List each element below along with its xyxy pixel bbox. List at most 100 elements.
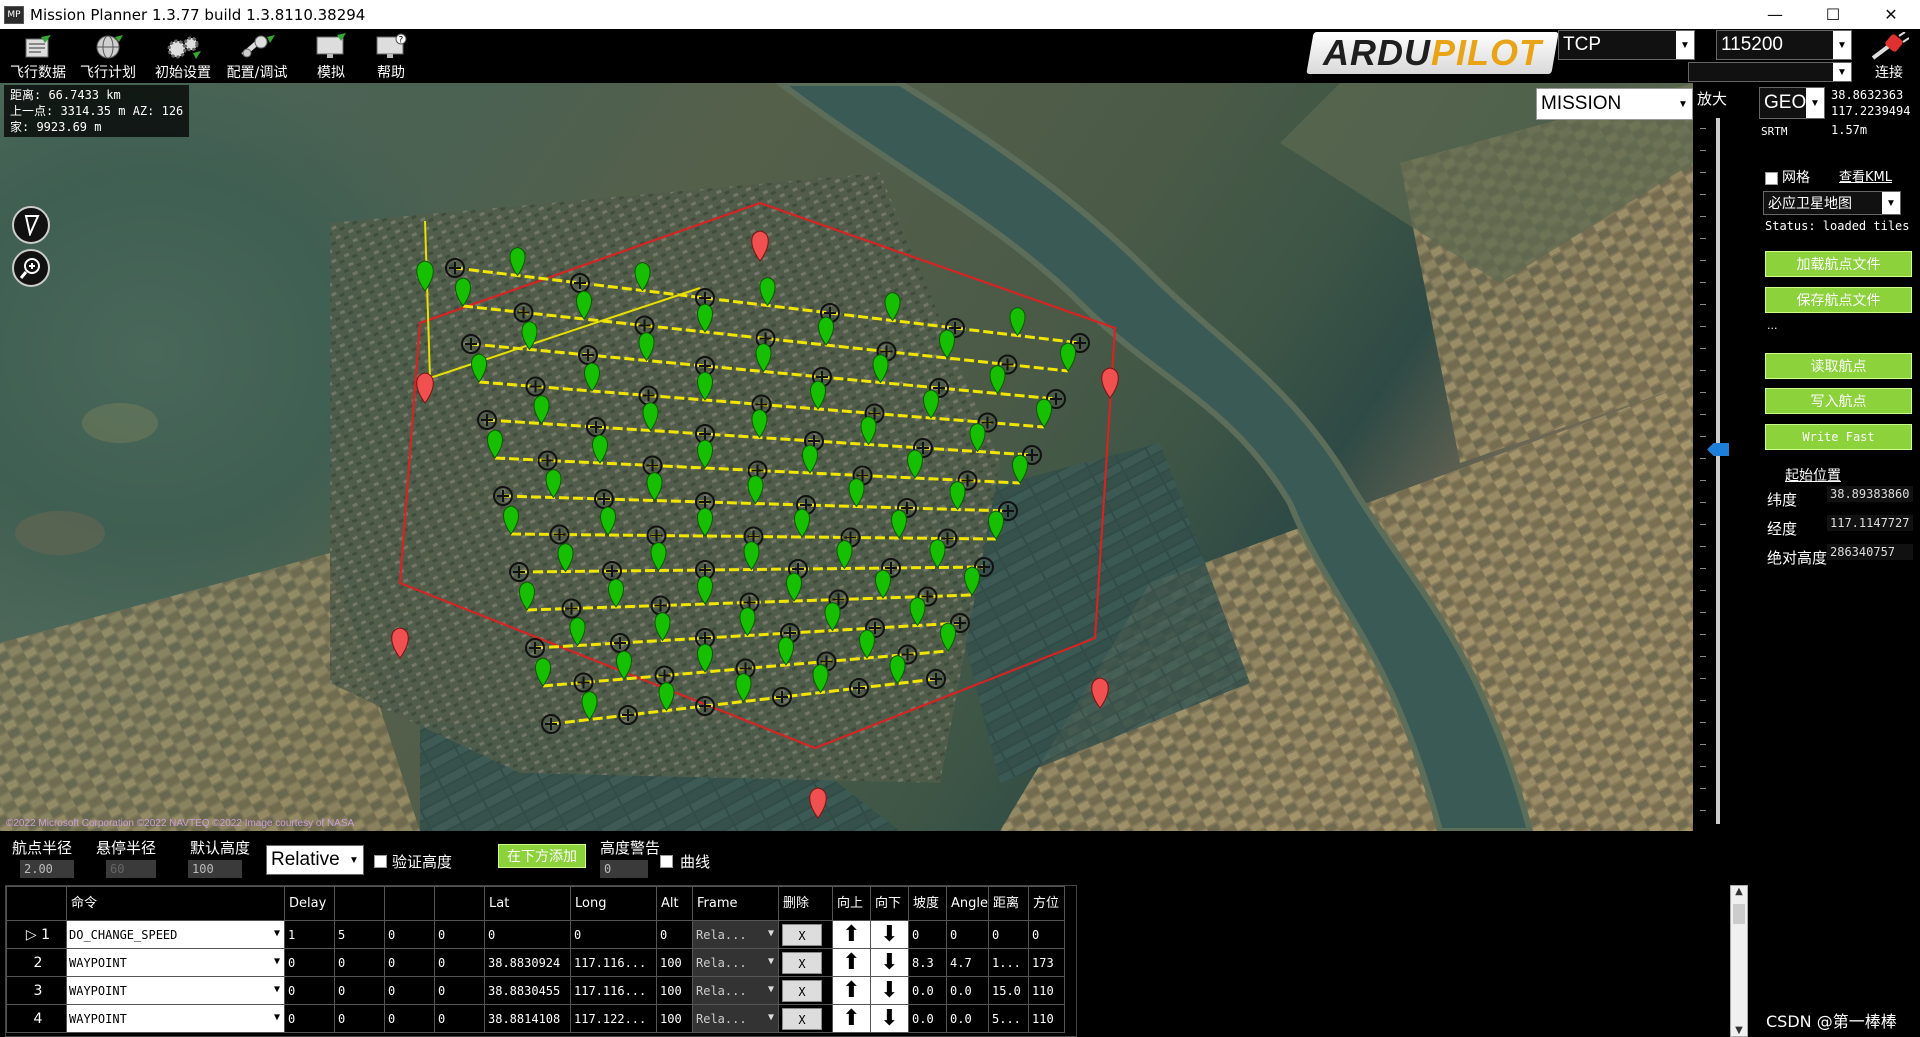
coord-system-select[interactable]: GEO ▼	[1759, 87, 1825, 119]
command-select[interactable]: WAYPOINT ▼	[66, 1004, 285, 1033]
write-waypoints-button[interactable]: 写入航点	[1765, 388, 1912, 414]
param4-cell[interactable]: 0	[434, 1004, 485, 1033]
frame-select[interactable]: Rela... ▼	[692, 1004, 779, 1033]
home-lng-field[interactable]: 117.1147727	[1827, 515, 1913, 531]
move-up-button[interactable]: ⬆	[832, 976, 871, 1005]
ruler-button[interactable]	[12, 206, 50, 244]
satellite-map[interactable]: 距离: 66.7433 km 上一点: 3314.35 m AZ: 126 家:…	[0, 83, 1693, 831]
delete-button[interactable]: X	[782, 1007, 822, 1030]
param3-cell[interactable]: 0	[384, 948, 435, 977]
row-header[interactable]: 4	[6, 1004, 67, 1033]
zoom-slider-track[interactable]	[1716, 118, 1720, 824]
frame-select[interactable]: Rela... ▼	[692, 976, 779, 1005]
alt-warn-field[interactable]: 0	[600, 860, 648, 878]
param1-cell[interactable]: 0	[284, 1004, 335, 1033]
menu-config-tuning[interactable]: 配置/调试	[222, 29, 292, 83]
command-select[interactable]: WAYPOINT ▼	[66, 976, 285, 1005]
spline-checkbox[interactable]	[660, 855, 673, 868]
delete-button[interactable]: X	[782, 979, 822, 1002]
port-select[interactable]: TCP ▼	[1558, 30, 1695, 60]
menu-flight-data[interactable]: 飞行数据	[3, 29, 73, 83]
home-alt-field[interactable]: 286340757	[1827, 544, 1913, 560]
menu-help[interactable]: ? 帮助	[356, 29, 426, 83]
table-row[interactable]: ▷ 1 DO_CHANGE_SPEED ▼ 1 5 0 0 0 0 0 Rela... ▼ X ⬆ ⬇ 0 0 0…	[6, 920, 1065, 949]
table-row[interactable]: 4 WAYPOINT ▼ 0 0 0 0 38.8814108 117.122... 100 Rel…	[6, 1004, 1065, 1033]
map-canvas[interactable]	[0, 83, 1693, 831]
lat-cell[interactable]: 38.8830455	[484, 976, 571, 1005]
param1-cell[interactable]: 0	[284, 976, 335, 1005]
param1-cell[interactable]: 1	[284, 920, 335, 949]
verify-height-checkbox[interactable]	[374, 855, 387, 868]
baud-select[interactable]: 115200 ▼	[1716, 30, 1852, 60]
param4-cell[interactable]: 0	[434, 920, 485, 949]
move-down-button[interactable]: ⬇	[870, 948, 909, 977]
save-waypoints-button[interactable]: 保存航点文件	[1765, 287, 1912, 313]
home-lat-field[interactable]: 38.89383860	[1827, 486, 1913, 502]
param3-cell[interactable]: 0	[384, 976, 435, 1005]
grid-scrollbar[interactable]: ▲ ▼	[1730, 885, 1748, 1037]
scroll-up-icon[interactable]: ▲	[1731, 886, 1747, 897]
waypoint-grid[interactable]: 命令 Delay Lat Long Alt Frame 删除 向上 向下 坡度 Angle 距离 方位 …	[5, 885, 1077, 1037]
alt-cell[interactable]: 100	[656, 1004, 693, 1033]
row-header[interactable]: ▷ 1	[6, 920, 67, 949]
param3-cell[interactable]: 0	[384, 1004, 435, 1033]
long-cell[interactable]: 117.122...	[570, 1004, 657, 1033]
read-waypoints-button[interactable]: 读取航点	[1765, 353, 1912, 379]
view-kml-link[interactable]: 查看KML	[1839, 166, 1892, 185]
frame-select[interactable]: Rela... ▼	[692, 948, 779, 977]
lat-cell[interactable]: 0	[484, 920, 571, 949]
alt-frame-select[interactable]: Relative ▼	[266, 845, 364, 875]
mode-select[interactable]: MISSION ▼	[1536, 88, 1693, 120]
row-header[interactable]: 3	[6, 976, 67, 1005]
menu-initial-setup[interactable]: 初始设置	[148, 29, 218, 83]
frame-select[interactable]: Rela... ▼	[692, 920, 779, 949]
scroll-thumb[interactable]	[1733, 904, 1745, 924]
zoom-slider-thumb[interactable]	[1707, 443, 1729, 456]
connect-button[interactable]: 连接	[1862, 32, 1916, 82]
zoom-button[interactable]	[12, 249, 50, 287]
long-cell[interactable]: 0	[570, 920, 657, 949]
param2-cell[interactable]: 0	[334, 1004, 385, 1033]
param4-cell[interactable]: 0	[434, 976, 485, 1005]
move-down-button[interactable]: ⬇	[870, 1004, 909, 1033]
map-type-select[interactable]: 必应卫星地图 ▼	[1763, 191, 1901, 215]
extra-select[interactable]: ▼	[1688, 62, 1852, 82]
move-down-button[interactable]: ⬇	[870, 976, 909, 1005]
menu-flight-plan[interactable]: 飞行计划	[73, 29, 143, 83]
alt-cell[interactable]: 0	[656, 920, 693, 949]
default-alt-field[interactable]: 100	[188, 860, 242, 878]
row-header[interactable]: 2	[6, 948, 67, 977]
close-button[interactable]: ✕	[1862, 0, 1920, 29]
minimize-button[interactable]: —	[1746, 0, 1804, 29]
delete-button[interactable]: X	[782, 951, 822, 974]
scroll-down-icon[interactable]: ▼	[1731, 1025, 1747, 1036]
command-select[interactable]: DO_CHANGE_SPEED ▼	[66, 920, 285, 949]
add-below-button[interactable]: 在下方添加	[498, 844, 586, 868]
load-waypoints-button[interactable]: 加载航点文件	[1765, 251, 1912, 277]
move-up-button[interactable]: ⬆	[832, 920, 871, 949]
loiter-radius-field[interactable]: 60	[106, 860, 156, 878]
delete-button[interactable]: X	[782, 923, 822, 946]
lat-cell[interactable]: 38.8814108	[484, 1004, 571, 1033]
table-row[interactable]: 3 WAYPOINT ▼ 0 0 0 0 38.8830455 117.116... 100 Rel…	[6, 976, 1065, 1005]
maximize-button[interactable]: ☐	[1804, 0, 1862, 29]
grid-checkbox[interactable]	[1765, 172, 1778, 185]
long-cell[interactable]: 117.116...	[570, 948, 657, 977]
param1-cell[interactable]: 0	[284, 948, 335, 977]
write-fast-button[interactable]: Write Fast	[1765, 424, 1912, 450]
alt-cell[interactable]: 100	[656, 948, 693, 977]
param2-cell[interactable]: 5	[334, 920, 385, 949]
alt-cell[interactable]: 100	[656, 976, 693, 1005]
param3-cell[interactable]: 0	[384, 920, 435, 949]
table-row[interactable]: 2 WAYPOINT ▼ 0 0 0 0 38.8830924 117.116... 100 Rel…	[6, 948, 1065, 977]
param4-cell[interactable]: 0	[434, 948, 485, 977]
param2-cell[interactable]: 0	[334, 976, 385, 1005]
command-select[interactable]: WAYPOINT ▼	[66, 948, 285, 977]
wp-radius-field[interactable]: 2.00	[20, 860, 74, 878]
long-cell[interactable]: 117.116...	[570, 976, 657, 1005]
move-down-button[interactable]: ⬇	[870, 920, 909, 949]
lat-cell[interactable]: 38.8830924	[484, 948, 571, 977]
move-up-button[interactable]: ⬆	[832, 1004, 871, 1033]
param2-cell[interactable]: 0	[334, 948, 385, 977]
move-up-button[interactable]: ⬆	[832, 948, 871, 977]
